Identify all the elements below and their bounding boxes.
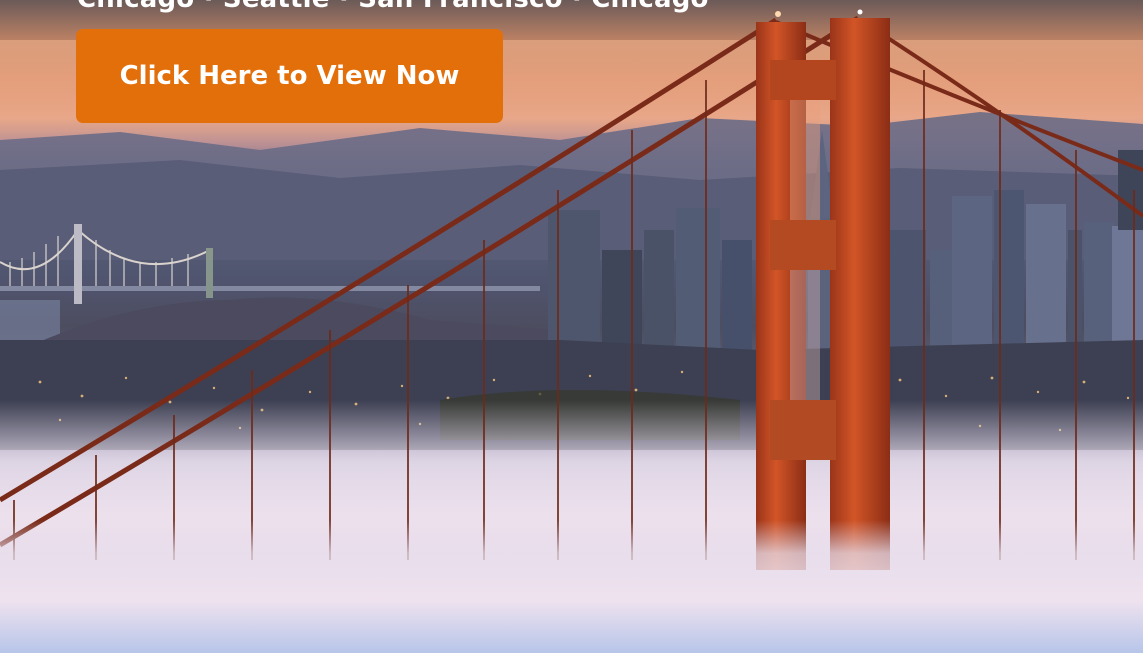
hero-banner: Chicago · Seattle · San Francisco · Chic… <box>0 0 1143 653</box>
view-now-button[interactable]: Click Here to View Now <box>76 29 503 123</box>
hero-headline: Chicago · Seattle · San Francisco · Chic… <box>77 0 709 14</box>
